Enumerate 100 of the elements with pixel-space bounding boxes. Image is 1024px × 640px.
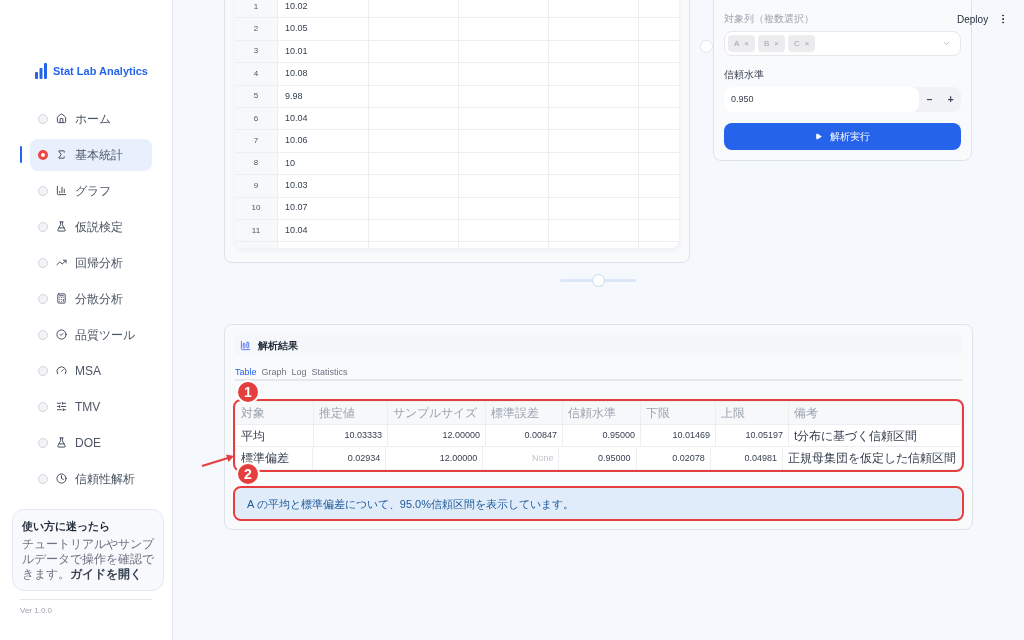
- table-cell: 10.05197: [716, 425, 789, 447]
- nav-label: 品質ツール: [75, 326, 135, 344]
- nav-label: 回帰分析: [75, 254, 123, 272]
- table-cell: 平均: [236, 425, 314, 447]
- column-header: 信頼水準: [563, 402, 641, 425]
- bar-chart-icon: [56, 185, 67, 196]
- table-cell: 0.02078: [636, 447, 711, 470]
- table-cell: None: [483, 447, 560, 470]
- run-button[interactable]: 解析実行: [724, 123, 961, 150]
- check-circle-icon: [56, 329, 67, 340]
- nav-item[interactable]: 基本統計: [30, 138, 152, 171]
- nav-item[interactable]: 品質ツール: [30, 318, 152, 351]
- nav-label: 信頼性解析: [75, 470, 135, 488]
- annotation-badge: 1: [236, 380, 260, 405]
- column-header: サンプルサイズ: [388, 402, 486, 425]
- table-cell: 0.95000: [563, 425, 641, 447]
- nav-label: グラフ: [75, 182, 111, 200]
- deploy-button[interactable]: Deploy: [957, 12, 989, 27]
- table-cell: 0.95000: [559, 447, 637, 470]
- row-number: 2: [235, 18, 278, 40]
- trend-line-icon: [56, 257, 67, 268]
- resize-handle[interactable]: [700, 40, 713, 53]
- row-number: 10: [235, 197, 278, 219]
- column-header: 備考: [793, 405, 819, 423]
- logo-icon: [35, 63, 47, 80]
- tab[interactable]: Table: [235, 365, 257, 380]
- nav-label: 仮説検定: [75, 218, 123, 236]
- table-cell: 12.00000: [386, 447, 484, 470]
- sigma-icon: [56, 149, 67, 160]
- nav-item[interactable]: 分散分析: [30, 282, 152, 315]
- column-header: 上限: [716, 402, 789, 425]
- table-cell: 10.04: [278, 219, 369, 242]
- gauge-icon: [56, 365, 67, 376]
- nav-item[interactable]: MSA: [30, 354, 152, 387]
- column-header: 下限: [641, 402, 716, 425]
- nav-label: 基本統計: [75, 146, 123, 164]
- table-cell: 12.00000: [388, 425, 486, 447]
- radio-button[interactable]: [38, 149, 48, 160]
- nav-label: TMV: [75, 398, 101, 416]
- row-number: 4: [235, 63, 278, 85]
- nav-item[interactable]: グラフ: [30, 174, 152, 207]
- help-text: チュートリアルやサンプルデータで操作を確認できます。ガイドを開く: [22, 537, 154, 582]
- row-number: 5: [235, 85, 278, 107]
- column-header: 標準誤差: [486, 402, 563, 425]
- table-cell: 9.98: [278, 85, 369, 107]
- nav-item[interactable]: 回帰分析: [30, 246, 152, 279]
- tab[interactable]: Graph: [261, 365, 287, 380]
- chevron-down-icon: [942, 39, 951, 48]
- table-cell: 0.00847: [486, 425, 563, 447]
- nav-label: DOE: [75, 434, 101, 452]
- flask-icon: [56, 221, 67, 232]
- row-number: 9: [235, 175, 278, 197]
- info-message: A の平均と標準偏差について、95.0%信頼区間を表示しています。: [235, 488, 962, 520]
- nav-item[interactable]: DOE: [30, 426, 152, 459]
- column-header: 推定値: [314, 402, 388, 425]
- column-header: 対象: [236, 402, 314, 425]
- table-cell: 0.04981: [710, 447, 783, 470]
- table-cell: 10.01: [278, 40, 369, 63]
- table-cell: 10.04: [278, 107, 369, 130]
- table-cell-text: t分布に基づく信頼区間: [793, 427, 919, 445]
- nav-label: 分散分析: [75, 290, 123, 308]
- guide-link[interactable]: ガイドを開く: [70, 567, 142, 581]
- section-title: 解析結果: [258, 338, 298, 353]
- table-cell: 10: [278, 152, 369, 175]
- nav-item[interactable]: ホーム: [30, 102, 152, 135]
- number-field[interactable]: 0.950: [724, 87, 920, 112]
- table-cell: 10.06: [278, 130, 369, 152]
- play-icon: [815, 133, 822, 140]
- active-indicator: [20, 145, 22, 163]
- nav-item[interactable]: TMV: [30, 390, 152, 423]
- row-number: 7: [235, 130, 278, 152]
- row-number: 11: [235, 219, 278, 242]
- decrement-button[interactable]: −: [919, 87, 941, 112]
- nav-item[interactable]: 信頼性解析: [30, 462, 152, 495]
- clock-icon: [56, 473, 67, 484]
- sliders-icon: [56, 401, 67, 412]
- help-title: 使い方に迷ったら: [22, 518, 111, 534]
- tab[interactable]: Statistics: [311, 365, 348, 380]
- row-number: 6: [235, 107, 278, 130]
- row-number: 1: [235, 0, 278, 18]
- table-cell-text: 正規母集団を仮定した信頼区間: [787, 450, 957, 468]
- home-icon: [56, 113, 67, 124]
- grid-icon: [56, 293, 67, 304]
- table-cell: 10.08: [278, 63, 369, 85]
- table-cell: 10.02: [278, 0, 369, 18]
- row-number: 8: [235, 152, 278, 175]
- version-label: Ver 1.0.0: [20, 605, 54, 617]
- tab[interactable]: Log: [291, 365, 307, 380]
- row-number: 3: [235, 40, 278, 63]
- nav-item[interactable]: 仮説検定: [30, 210, 152, 243]
- chart-icon: [240, 339, 251, 351]
- slider-thumb[interactable]: [591, 274, 605, 288]
- app-logo: Stat Lab Analytics: [53, 64, 148, 79]
- table-cell: 0.02934: [313, 447, 387, 470]
- nav-label: MSA: [75, 362, 101, 380]
- table-cell: 10.07: [278, 197, 369, 219]
- increment-button[interactable]: +: [940, 87, 961, 112]
- table-cell: 10.03: [278, 175, 369, 197]
- nav-label: ホーム: [75, 110, 111, 128]
- pointer-arrow: [201, 453, 235, 470]
